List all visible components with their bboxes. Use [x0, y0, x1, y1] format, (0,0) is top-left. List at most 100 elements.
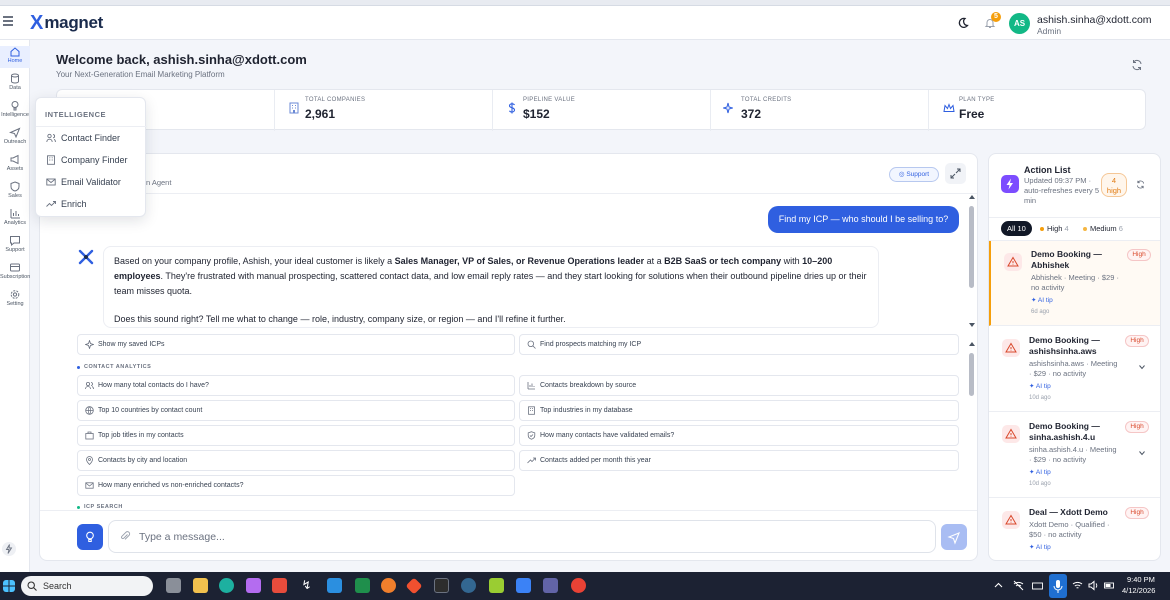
- app-icon[interactable]: [381, 578, 396, 593]
- ai-tip-link[interactable]: ✦ AI tip: [1029, 543, 1051, 551]
- postgres-icon[interactable]: [461, 578, 476, 593]
- send-button[interactable]: [941, 524, 967, 550]
- keyboard-icon[interactable]: [1032, 580, 1043, 591]
- trend-icon: [527, 457, 536, 464]
- suggestion-chip[interactable]: How many enriched vs non-enriched contac…: [77, 475, 515, 496]
- chat-scrollbar[interactable]: [969, 206, 974, 288]
- ai-tip-link[interactable]: ✦ AI tip: [1031, 296, 1053, 304]
- action-item[interactable]: Demo Booking — Abhishek Abhishek · Meeti…: [989, 241, 1160, 326]
- volume-icon[interactable]: [1088, 580, 1099, 591]
- sidebar-item-sales[interactable]: Sales: [0, 181, 30, 203]
- sidebar-item-intelligence[interactable]: Intelligence: [0, 100, 30, 122]
- ai-tip-link[interactable]: ✦ AI tip: [1029, 468, 1051, 476]
- sidebar-item-home[interactable]: Home: [0, 46, 30, 68]
- suggestions-scrollbar[interactable]: [969, 353, 974, 396]
- vscode-icon[interactable]: [327, 578, 342, 593]
- file-explorer-icon[interactable]: [193, 578, 208, 593]
- excel-icon[interactable]: [355, 578, 370, 593]
- clock-date[interactable]: 4/12/2026: [1122, 586, 1155, 595]
- scroll-up-icon[interactable]: [969, 194, 975, 200]
- sidebar-item-subscription[interactable]: Subscription: [0, 262, 30, 284]
- section-dot: [77, 506, 80, 509]
- wifi-icon[interactable]: [1072, 580, 1083, 591]
- section-label-contact-analytics: CONTACT ANALYTICS: [84, 364, 152, 370]
- action-item[interactable]: Demo Booking — sinha.ashish.4.u sinha.as…: [989, 413, 1160, 498]
- filter-count: 6: [1118, 224, 1123, 233]
- logo-mark: X: [30, 12, 44, 34]
- bolt-icon[interactable]: [2, 542, 16, 556]
- edge-icon[interactable]: [219, 578, 234, 593]
- sidebar-item-data[interactable]: Data: [0, 73, 30, 95]
- support-button[interactable]: ◎ Support: [889, 167, 939, 182]
- alert-icon: [1002, 511, 1020, 529]
- suggestion-chip[interactable]: Contacts by city and location: [77, 450, 515, 471]
- suggestion-chip[interactable]: How many contacts have validated emails?: [519, 425, 959, 446]
- menu-item-enrich[interactable]: Enrich: [36, 194, 147, 214]
- notepad-icon[interactable]: [489, 578, 504, 593]
- sidebar-item-assets[interactable]: Assets: [0, 154, 30, 176]
- task-view-icon[interactable]: [166, 578, 181, 593]
- suggestion-chip[interactable]: Top job titles in my contacts: [77, 425, 515, 446]
- chevron-down-icon[interactable]: [1139, 364, 1145, 370]
- refresh-icon[interactable]: [1131, 59, 1143, 71]
- os-taskbar: Search ↯ 9:40 PM 4/12/2026: [0, 572, 1170, 600]
- avatar[interactable]: AS: [1009, 13, 1030, 34]
- battery-icon[interactable]: [1104, 580, 1115, 591]
- terminal-icon[interactable]: [434, 578, 449, 593]
- copilot-icon[interactable]: [246, 578, 261, 593]
- sidebar-item-analytics[interactable]: Analytics: [0, 208, 30, 230]
- menu-item-company-finder[interactable]: Company Finder: [36, 150, 147, 170]
- expand-button[interactable]: [945, 163, 966, 184]
- sidebar-item-label: Analytics: [3, 220, 26, 226]
- sidebar-item-setting[interactable]: Setting: [0, 289, 30, 311]
- refresh-icon[interactable]: [1136, 180, 1145, 189]
- message-input[interactable]: [108, 520, 936, 553]
- network-off-icon[interactable]: [1013, 580, 1024, 591]
- sidebar-item-support[interactable]: Support: [0, 235, 30, 257]
- quick-action-chip[interactable]: Find prospects matching my ICP: [519, 334, 959, 355]
- scroll-up-icon[interactable]: [969, 341, 975, 347]
- page-title: Welcome back, ashish.sinha@xdott.com: [56, 52, 307, 67]
- app-logo[interactable]: X magnet: [30, 13, 103, 33]
- chevron-down-icon[interactable]: [1139, 450, 1145, 456]
- stat-plan-type: PLAN TYPE Free: [929, 90, 1145, 131]
- paperclip-icon[interactable]: [119, 530, 131, 542]
- store-icon[interactable]: [272, 578, 287, 593]
- menu-item-label: Contact Finder: [61, 133, 121, 143]
- microphone-icon[interactable]: [1049, 574, 1067, 598]
- cursor-icon[interactable]: ↯: [299, 578, 314, 593]
- menu-item-email-validator[interactable]: Email Validator: [36, 172, 147, 192]
- suggestions-toggle-button[interactable]: [77, 524, 103, 550]
- scroll-down-icon[interactable]: [969, 322, 975, 328]
- menu-item-contact-finder[interactable]: Contact Finder: [36, 128, 147, 148]
- clock-time[interactable]: 9:40 PM: [1127, 575, 1155, 584]
- top-bar: X magnet 5 AS ashish.sinha@xdott.com Adm…: [0, 6, 1170, 40]
- suggestion-chip[interactable]: Top industries in my database: [519, 400, 959, 421]
- suggestion-chip[interactable]: Contacts breakdown by source: [519, 375, 959, 396]
- taskbar-search[interactable]: Search: [21, 576, 153, 596]
- lightbulb-icon: [86, 531, 94, 543]
- send-icon: [947, 532, 960, 545]
- sidebar-item-outreach[interactable]: Outreach: [0, 127, 30, 149]
- teams-icon[interactable]: [543, 578, 558, 593]
- suggestion-chip[interactable]: Contacts added per month this year: [519, 450, 959, 471]
- chevron-up-icon[interactable]: [993, 580, 1004, 591]
- moon-icon[interactable]: [957, 17, 969, 29]
- filter-all[interactable]: All 10: [1001, 221, 1032, 236]
- action-item[interactable]: Demo Booking — ashishsinha.aws ashishsin…: [989, 327, 1160, 412]
- user-email[interactable]: ashish.sinha@xdott.com: [1037, 14, 1152, 26]
- quick-action-chip[interactable]: Show my saved ICPs: [77, 334, 515, 355]
- ai-tip-link[interactable]: ✦ AI tip: [1029, 382, 1051, 390]
- menu-icon[interactable]: [3, 16, 13, 26]
- remote-icon[interactable]: [516, 578, 531, 593]
- filter-medium[interactable]: Medium 6: [1083, 221, 1123, 236]
- filter-high[interactable]: High 4: [1040, 221, 1069, 236]
- action-item[interactable]: Deal — Xdott Demo Xdott Demo · Qualified…: [989, 499, 1160, 560]
- git-icon[interactable]: [405, 577, 423, 595]
- suggestion-chip[interactable]: Top 10 countries by contact count: [77, 400, 515, 421]
- start-icon[interactable]: [3, 580, 15, 592]
- suggestion-chip[interactable]: How many total contacts do I have?: [77, 375, 515, 396]
- sparkle-icon: [85, 340, 94, 349]
- chip-label: Contacts by city and location: [98, 457, 188, 464]
- chrome-icon[interactable]: [571, 578, 586, 593]
